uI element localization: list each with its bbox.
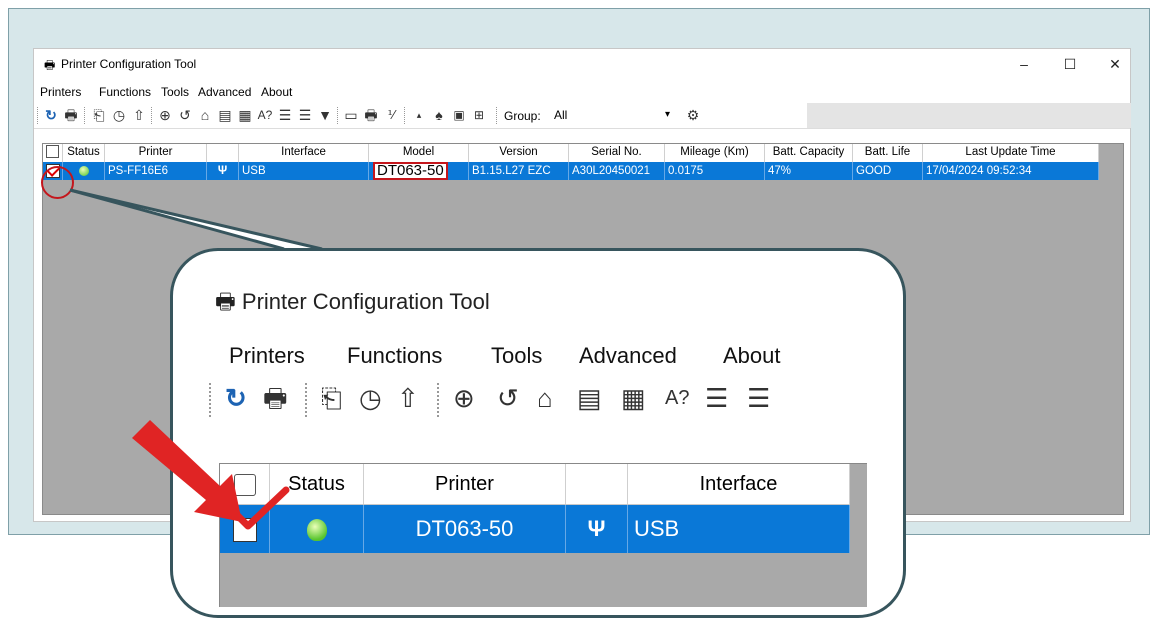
annotation-overlay [132, 420, 290, 530]
red-arrow-icon [132, 420, 242, 522]
